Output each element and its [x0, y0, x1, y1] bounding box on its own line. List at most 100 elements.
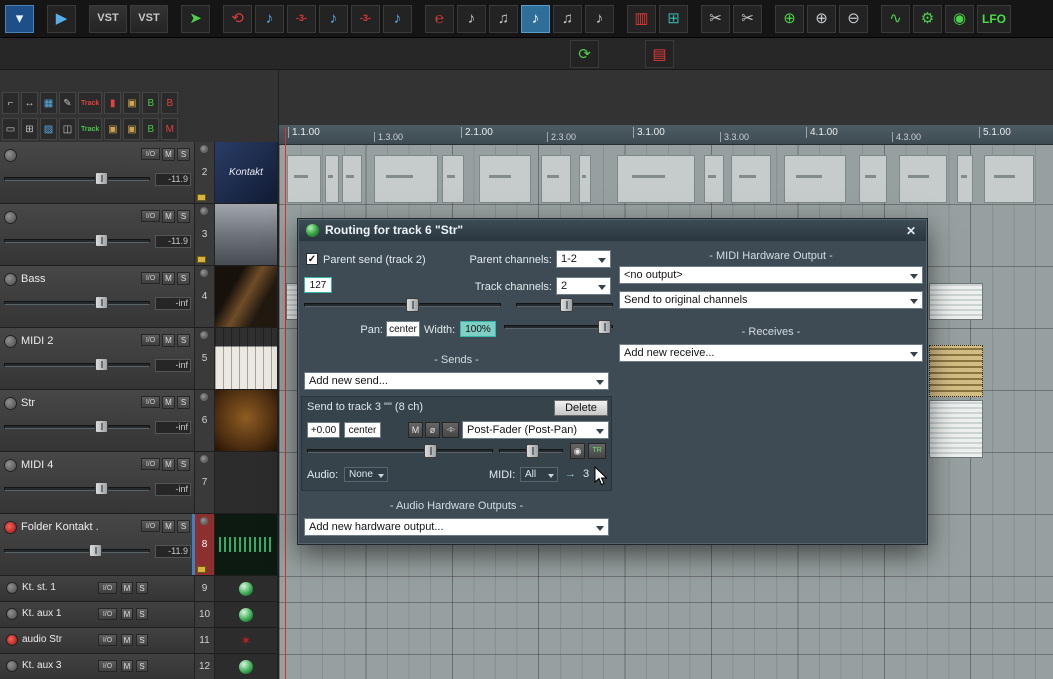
swap-icon[interactable]: ↔: [21, 92, 38, 114]
volume-slider[interactable]: [4, 172, 150, 185]
mute-button[interactable]: M: [162, 396, 175, 409]
folder-open-icon[interactable]: ▣: [104, 118, 121, 140]
volume-readout[interactable]: -11.9: [155, 235, 191, 248]
window-icon[interactable]: ◫: [59, 118, 76, 140]
solo-button[interactable]: S: [177, 458, 190, 471]
track-number[interactable]: 6: [195, 390, 215, 451]
zoom-in-icon[interactable]: ⊕: [807, 5, 836, 33]
midi-output-select[interactable]: <no output>: [619, 266, 923, 284]
parent-pan-slider[interactable]: [516, 298, 613, 312]
mute-button[interactable]: M: [162, 210, 175, 223]
volume-slider[interactable]: [4, 358, 150, 371]
record-arm-button[interactable]: [6, 660, 18, 672]
send-pan-field[interactable]: center: [344, 422, 381, 438]
track-thumbnail-sphere[interactable]: [215, 576, 278, 601]
audio-item[interactable]: [929, 283, 983, 320]
parent-volume-slider[interactable]: [304, 298, 501, 312]
dialog-close-button[interactable]: ✕: [903, 223, 919, 239]
mute-button[interactable]: M: [121, 660, 133, 672]
io-button[interactable]: I/O: [98, 660, 117, 672]
midi-item[interactable]: [704, 155, 724, 203]
record-arm-button[interactable]: [4, 397, 17, 410]
toolbar-dropdown-button[interactable]: ▾: [5, 5, 34, 33]
media-item-icon[interactable]: ▶: [47, 5, 76, 33]
volume-slider[interactable]: [4, 234, 150, 247]
track-control-panel[interactable]: audio Str I/O M S: [0, 628, 195, 653]
track-channels-select[interactable]: 2: [556, 277, 611, 295]
scissors-icon[interactable]: ✂: [701, 5, 730, 33]
solo-button[interactable]: S: [136, 608, 148, 620]
grid-icon[interactable]: ⊞: [21, 118, 38, 140]
track-thumbnail-kontakt[interactable]: Kontakt: [215, 142, 278, 203]
io-button[interactable]: I/O: [98, 582, 117, 594]
mute-button[interactable]: M: [162, 334, 175, 347]
send-delete-button[interactable]: Delete: [554, 400, 608, 416]
record-arm-button-armed[interactable]: [6, 634, 18, 646]
track-thumbnail-strings[interactable]: [215, 390, 278, 451]
track-thumbnail-sphere[interactable]: [215, 654, 278, 679]
send-mono-button[interactable]: ◁▷: [442, 422, 459, 438]
add-hardware-output-select[interactable]: Add new hardware output...: [304, 518, 609, 536]
solo-button[interactable]: S: [177, 396, 190, 409]
send-audio-channel-select[interactable]: None: [344, 467, 388, 482]
track-name[interactable]: Kt. aux 3: [22, 660, 61, 671]
grid-matrix-icon[interactable]: ⊞: [659, 5, 688, 33]
parent-channels-select[interactable]: 1-2: [556, 250, 611, 268]
vst-button[interactable]: VST: [89, 5, 127, 33]
io-button[interactable]: I/O: [141, 520, 160, 532]
track-name[interactable]: Folder Kontakt .: [21, 521, 99, 533]
send-phase-button[interactable]: ø: [425, 422, 440, 438]
volume-slider[interactable]: [4, 482, 150, 495]
mute-button[interactable]: M: [162, 272, 175, 285]
parent-pan-field[interactable]: center: [386, 321, 420, 337]
record-arm-button[interactable]: [4, 273, 17, 286]
track-name[interactable]: MIDI 2: [21, 335, 53, 347]
audio-item[interactable]: [929, 400, 983, 458]
track-number[interactable]: 5: [195, 328, 215, 389]
badge-m-icon[interactable]: M: [161, 118, 178, 140]
io-button[interactable]: I/O: [141, 458, 160, 470]
folder-indicator[interactable]: [197, 194, 206, 201]
track-thumbnail-screenshot[interactable]: [215, 204, 278, 265]
timeline-ruler[interactable]: 1.1.00 1.3.00 2.1.00 2.3.00 3.1.00 3.3.0…: [279, 125, 1053, 145]
mute-button[interactable]: M: [121, 608, 133, 620]
ruler-icon[interactable]: ▭: [2, 118, 19, 140]
parent-width-slider[interactable]: [504, 320, 613, 334]
parent-width-field[interactable]: 100%: [460, 321, 496, 337]
tuplet-icon-2[interactable]: -3-: [351, 5, 380, 33]
split-colored-icon[interactable]: ▥: [627, 5, 656, 33]
solo-button[interactable]: S: [177, 520, 190, 533]
track-thumbnail-splat[interactable]: ✶: [215, 628, 278, 653]
track-number[interactable]: 12: [195, 654, 215, 679]
dialog-title-bar[interactable]: Routing for track 6 "Str" ✕: [299, 220, 926, 241]
send-env-button[interactable]: ◉: [570, 443, 585, 459]
track-visibility-icon[interactable]: Track: [78, 92, 102, 114]
track-name[interactable]: Bass: [21, 273, 45, 285]
track-thumbnail-sphere[interactable]: [215, 602, 278, 627]
send-midi-channel-select[interactable]: All: [520, 467, 558, 482]
parent-send-checkbox[interactable]: ✓: [306, 253, 318, 265]
track-name[interactable]: Kt. st. 1: [22, 582, 56, 593]
record-arm-button[interactable]: [4, 459, 17, 472]
midi-item[interactable]: [374, 155, 438, 203]
scissors-icon-2[interactable]: ✂: [733, 5, 762, 33]
midi-item[interactable]: [479, 155, 531, 203]
volume-readout[interactable]: -inf: [155, 297, 191, 310]
track-name[interactable]: Kt. aux 1: [22, 608, 61, 619]
solo-button[interactable]: S: [177, 334, 190, 347]
humanize-icon[interactable]: ℮: [425, 5, 454, 33]
zoom-reset-icon[interactable]: ⊕: [775, 5, 804, 33]
tuplet-icon[interactable]: -3-: [287, 5, 316, 33]
track-control-panel[interactable]: Kt. st. 1 I/O M S: [0, 576, 195, 601]
io-button[interactable]: I/O: [141, 334, 160, 346]
monitor-icon[interactable]: ◉: [945, 5, 974, 33]
folder-icon-2[interactable]: ▣: [123, 118, 140, 140]
note-icon[interactable]: ♪: [255, 5, 284, 33]
actions-icon[interactable]: ➤: [181, 5, 210, 33]
send-trim-button[interactable]: TR: [588, 443, 606, 459]
folder-indicator[interactable]: [197, 256, 206, 263]
track-control-panel[interactable]: Folder Kontakt . I/O M S -11.9: [0, 514, 195, 575]
item-properties-icon[interactable]: ▤: [645, 40, 674, 68]
edit-chart-icon[interactable]: ✎: [59, 92, 76, 114]
send-volume-slider[interactable]: [307, 444, 493, 458]
